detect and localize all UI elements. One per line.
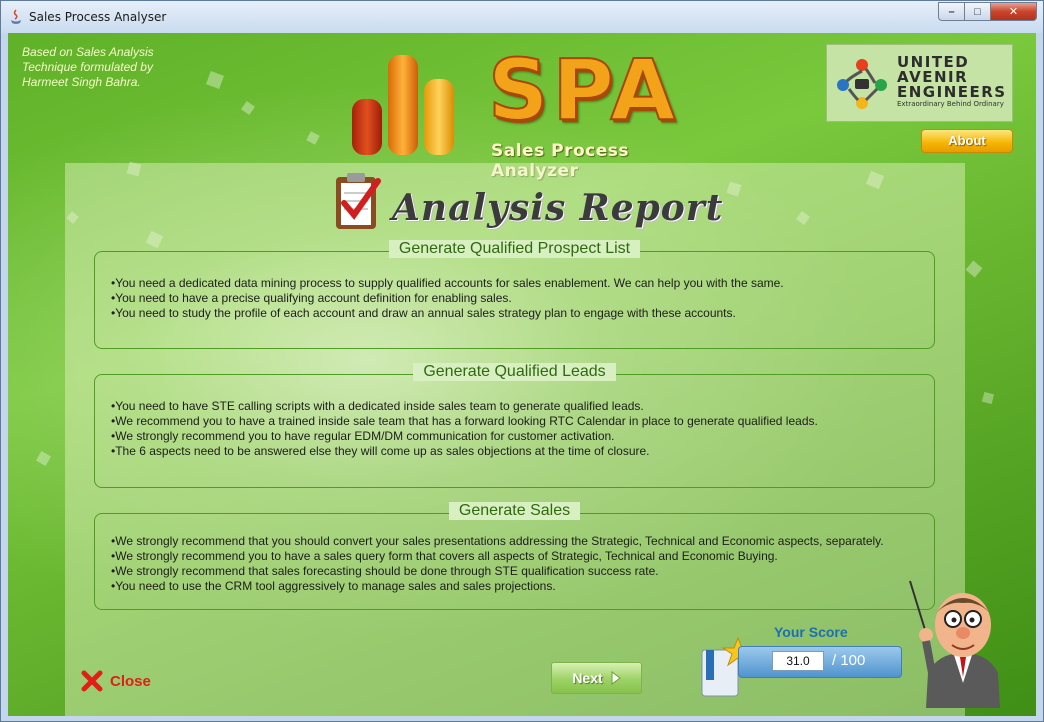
report-title: Analysis Report	[392, 187, 724, 229]
window-title: Sales Process Analyser	[29, 10, 167, 24]
section-title: Generate Sales	[448, 502, 581, 520]
recommendation-list: You need to have STE calling scripts wit…	[111, 399, 818, 459]
list-item: You need to have a precise qualifying ac…	[111, 291, 784, 306]
window-close-button[interactable]: ✕	[991, 2, 1037, 21]
decoration	[306, 131, 320, 145]
next-label: Next	[572, 670, 603, 686]
java-app-icon	[11, 9, 21, 24]
decoration	[981, 391, 995, 405]
close-label: Close	[110, 672, 151, 690]
decoration	[241, 101, 255, 115]
section-title: Generate Qualified Leads	[413, 363, 616, 381]
score-panel: Your Score 31.0 / 100	[698, 618, 908, 708]
decoration	[35, 450, 52, 467]
app-window: Sales Process Analyser – □ ✕ Based on Sa…	[0, 0, 1044, 722]
credit-text: Based on Sales Analysis Technique formul…	[22, 45, 154, 89]
recommendation-list: We strongly recommend that you should co…	[111, 534, 884, 594]
section-title: Generate Qualified Prospect List	[388, 240, 641, 258]
about-button[interactable]: About	[921, 129, 1013, 153]
list-item: We strongly recommend you to have regula…	[111, 429, 818, 444]
red-x-icon	[81, 670, 103, 692]
section-generate-sales: Generate Sales We strongly recommend tha…	[94, 502, 935, 610]
score-max: / 100	[832, 652, 866, 669]
recommendation-list: You need a dedicated data mining process…	[111, 276, 784, 321]
list-item: We strongly recommend that you should co…	[111, 534, 883, 549]
list-item: You need to study the profile of each ac…	[111, 306, 784, 321]
spa-logo: SPA Sales Process Analyzer	[348, 40, 708, 181]
section-qualified-leads: Generate Qualified Leads You need to hav…	[94, 363, 935, 488]
company-name-line3: ENGINEERS	[897, 83, 1007, 101]
close-button[interactable]: Close	[80, 669, 151, 693]
section-qualified-prospect-list: Generate Qualified Prospect List You nee…	[94, 240, 935, 349]
minimize-button[interactable]: –	[938, 2, 965, 21]
decoration	[206, 71, 224, 89]
company-emblem-icon	[837, 59, 887, 109]
list-item: The 6 aspects need to be answered else t…	[111, 444, 818, 459]
report-heading: Analysis Report	[330, 171, 730, 231]
play-arrow-icon	[611, 671, 621, 685]
company-tagline: Extraordinary Behind Ordinary	[897, 100, 1004, 108]
list-item: You need to have STE calling scripts wit…	[111, 399, 818, 414]
maximize-button[interactable]: □	[965, 2, 991, 21]
list-item: We recommend you to have a trained insid…	[111, 414, 818, 429]
score-value: 31.0	[772, 651, 824, 671]
list-item: We strongly recommend that sales forecas…	[111, 564, 884, 579]
score-label: Your Score	[774, 624, 848, 640]
company-name: UNITED AVENIR ENGINEERS	[897, 55, 1007, 100]
title-bar[interactable]: Sales Process Analyser – □ ✕	[1, 1, 1043, 33]
bar-chart-logo-icon	[352, 55, 454, 155]
main-content: Based on Sales Analysis Technique formul…	[8, 33, 1036, 716]
next-button[interactable]: Next	[551, 662, 642, 694]
teacher-mascot-icon	[909, 580, 1000, 708]
decoration	[965, 260, 983, 278]
company-logo: UNITED AVENIR ENGINEERS Extraordinary Be…	[826, 44, 1013, 122]
spa-logo-text: SPA	[487, 40, 680, 140]
list-item: You need to use the CRM tool aggressivel…	[111, 579, 884, 594]
clipboard-check-icon	[336, 173, 381, 229]
list-item: We strongly recommend you to have a sale…	[111, 549, 884, 564]
list-item: You need a dedicated data mining process…	[111, 276, 783, 291]
